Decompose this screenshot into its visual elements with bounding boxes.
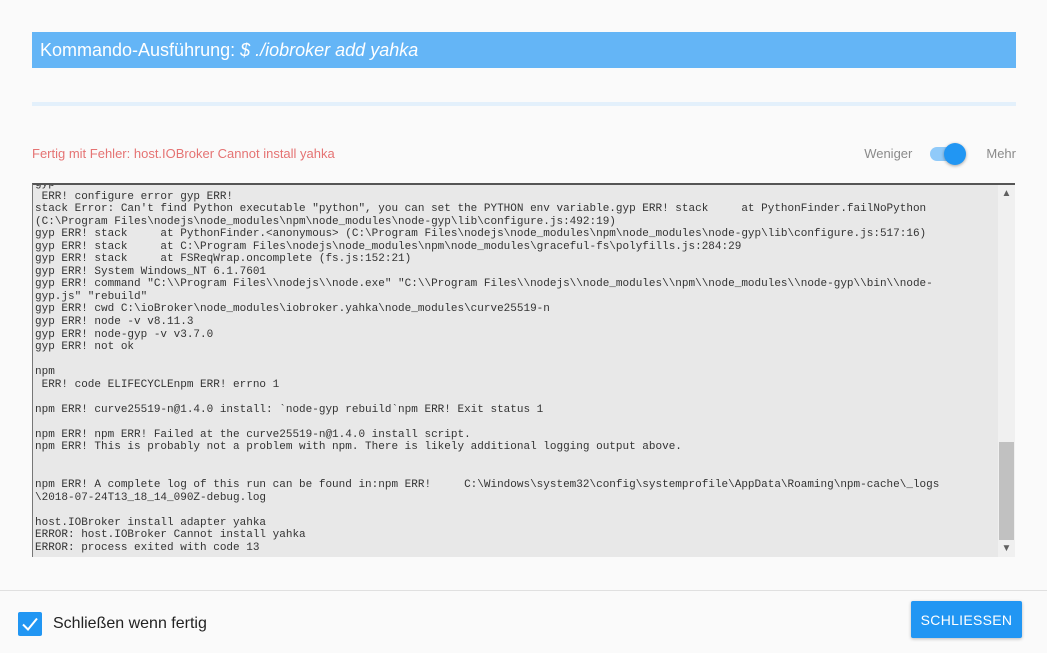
dialog-title-command: $ ./iobroker add yahka [240,40,419,60]
log-output[interactable]: gyp ERR! configure error gyp ERR! stack … [32,183,1015,557]
dialog-title-prefix: Kommando-Ausführung: [40,40,241,60]
close-button[interactable]: SCHLIESSEN [911,601,1022,638]
toggle-label-more: Mehr [986,146,1016,161]
toggle-label-less: Weniger [864,146,913,161]
progress-bar [32,102,1016,106]
detail-toggle-switch[interactable] [926,142,972,166]
command-dialog: Kommando-Ausführung: $ ./iobroker add ya… [0,0,1047,653]
log-text: gyp ERR! configure error gyp ERR! stack … [35,183,940,554]
footer-divider [0,590,1047,591]
detail-toggle-group: Weniger Mehr [864,142,1016,166]
dialog-title: Kommando-Ausführung: $ ./iobroker add ya… [32,32,1016,68]
close-when-done-option[interactable]: Schließen wenn fertig [18,612,207,636]
status-message: Fertig mit Fehler: host.IOBroker Cannot … [32,146,335,161]
scroll-up-icon[interactable]: ▲ [998,185,1015,202]
scroll-down-icon[interactable]: ▼ [998,540,1015,557]
check-icon [22,617,38,631]
scrollbar-thumb[interactable] [999,442,1014,540]
log-scrollbar[interactable]: ▲ ▼ [998,185,1015,557]
close-when-done-label: Schließen wenn fertig [53,615,207,632]
switch-thumb [944,143,967,165]
close-when-done-checkbox[interactable] [18,612,42,636]
